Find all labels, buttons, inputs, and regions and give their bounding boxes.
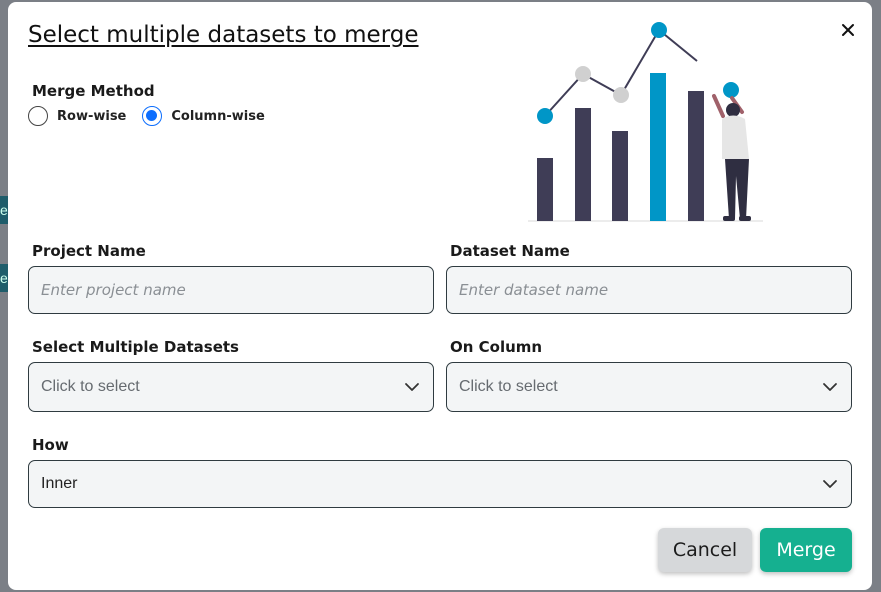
illustration-bar — [575, 108, 591, 221]
illustration-person — [712, 94, 751, 221]
how-label: How — [32, 436, 69, 454]
radio-column-wise[interactable]: Column-wise — [142, 106, 265, 126]
illustration-point — [575, 66, 591, 82]
illustration-bar — [537, 158, 553, 221]
modal-title: Select multiple datasets to merge — [28, 22, 419, 48]
on-column-label: On Column — [450, 338, 543, 356]
merge-datasets-modal: Select multiple datasets to merge Merge … — [8, 2, 872, 590]
select-datasets-dropdown[interactable]: Click to select — [28, 362, 434, 412]
radio-button-selected[interactable] — [142, 106, 163, 126]
illustration-point — [613, 87, 629, 103]
merge-button[interactable]: Merge — [760, 528, 852, 572]
merge-method-radio-group: Row-wise Column-wise — [28, 106, 281, 126]
radio-row-wise[interactable]: Row-wise — [28, 106, 126, 126]
select-datasets-placeholder: Click to select — [41, 378, 140, 395]
dataset-name-input[interactable] — [446, 266, 852, 314]
chevron-down-icon — [405, 383, 419, 391]
how-selected-value: Inner — [41, 475, 78, 492]
data-analysis-illustration — [528, 22, 763, 222]
illustration-point — [537, 108, 553, 124]
radio-column-wise-label: Column-wise — [171, 108, 265, 124]
project-name-input[interactable] — [28, 266, 434, 314]
illustration-point — [723, 82, 739, 98]
illustration-bar — [612, 131, 628, 221]
select-datasets-label: Select Multiple Datasets — [32, 338, 239, 356]
radio-row-wise-label: Row-wise — [57, 108, 127, 124]
close-icon[interactable] — [836, 18, 860, 42]
illustration-bar — [688, 91, 704, 221]
cancel-button[interactable]: Cancel — [658, 528, 752, 572]
dataset-name-label: Dataset Name — [450, 242, 570, 260]
project-name-label: Project Name — [32, 242, 146, 260]
illustration-trend-line — [544, 28, 698, 117]
illustration-bar — [650, 73, 666, 221]
merge-method-label: Merge Method — [32, 82, 155, 100]
illustration-point — [651, 22, 667, 38]
radio-button[interactable] — [28, 106, 48, 126]
chevron-down-icon — [823, 480, 837, 488]
how-dropdown[interactable]: Inner — [28, 460, 852, 508]
chevron-down-icon — [823, 383, 837, 391]
on-column-dropdown[interactable]: Click to select — [446, 362, 852, 412]
on-column-placeholder: Click to select — [459, 378, 558, 395]
